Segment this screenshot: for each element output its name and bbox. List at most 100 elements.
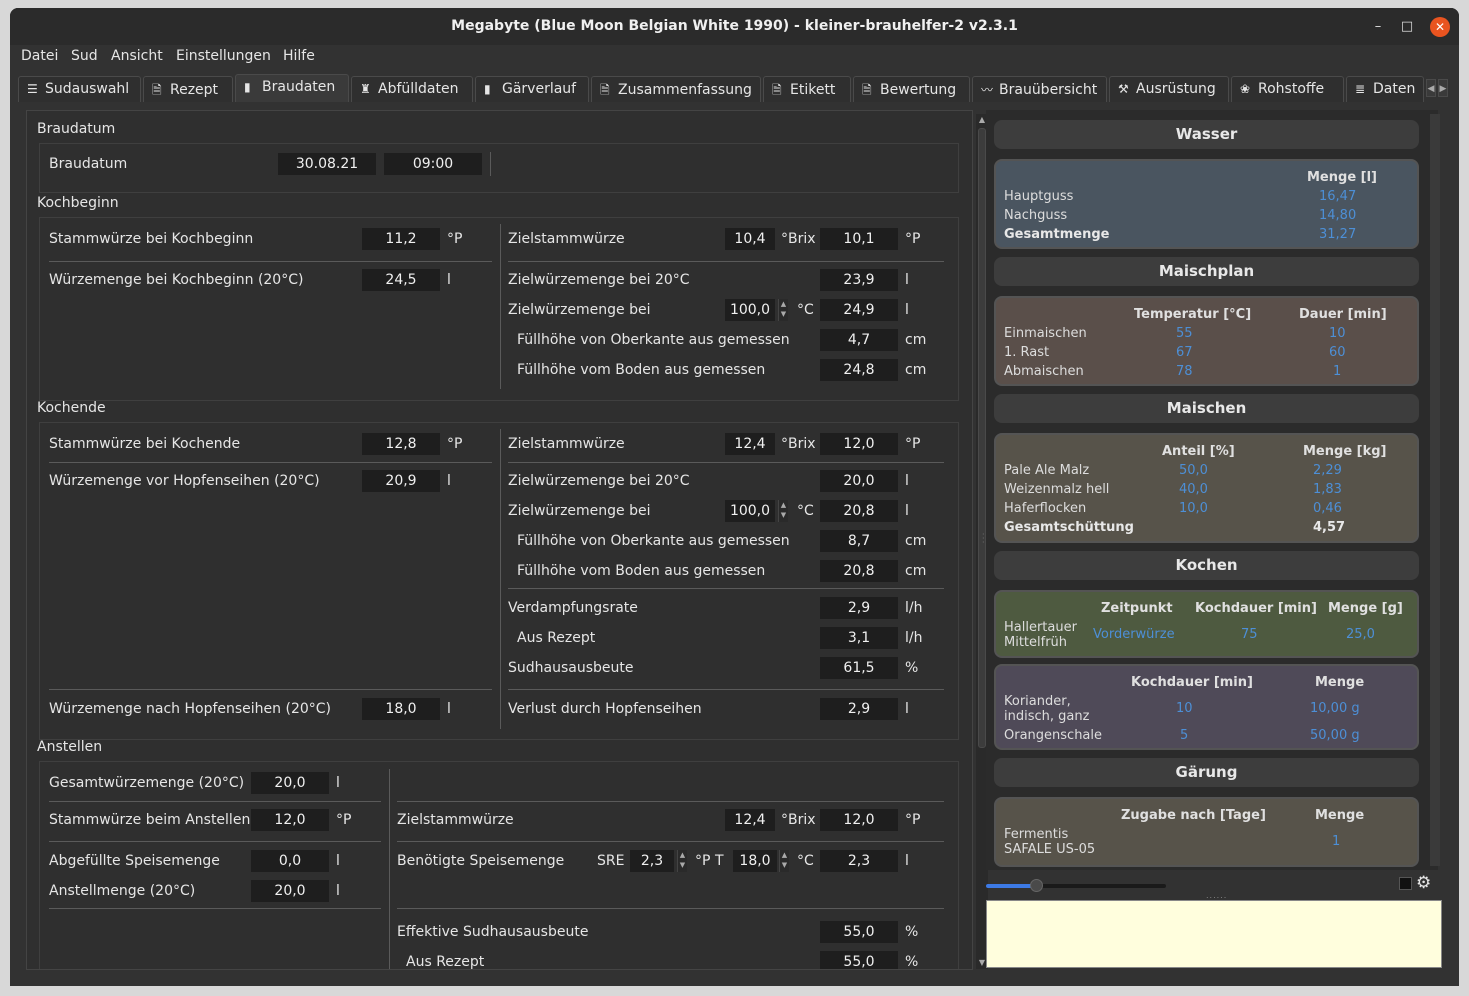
ke-wuerzemenge-input[interactable]: 20,9: [362, 470, 440, 492]
divider: [508, 462, 944, 463]
ke-stammwuerze-input[interactable]: 12,8: [362, 433, 440, 455]
unit: °Brix: [781, 231, 816, 247]
tab-gaerverlauf[interactable]: ▮ Gärverlauf: [475, 76, 589, 102]
unit: °Brix: [781, 812, 816, 828]
slider-knob[interactable]: [1030, 879, 1043, 892]
menu-hilfe[interactable]: Hilfe: [283, 48, 315, 64]
kb-wuerzemenge-input[interactable]: 24,5: [362, 269, 440, 291]
ke-temp-input[interactable]: 100,0: [725, 500, 775, 522]
gaerung-col-menge: Menge: [1315, 808, 1365, 823]
minimize-button[interactable]: –: [1368, 17, 1388, 37]
anstellmenge-value: 20,0: [251, 880, 329, 902]
unit: cm: [905, 533, 927, 549]
an-ziel-brix-value: 12,4: [725, 809, 775, 831]
divider: [49, 908, 381, 909]
tab-label: Braudaten: [262, 79, 336, 95]
tab-sudauswahl[interactable]: ☰ Sudauswahl: [18, 76, 141, 102]
unit: °C: [797, 302, 814, 318]
ke-aus-rezept-label: Aus Rezept: [517, 630, 596, 646]
ke-zielwuerzemenge20-value: 20,0: [820, 470, 898, 492]
kochen-header: Kochen: [994, 551, 1419, 580]
unit: %: [905, 660, 919, 676]
zutat-kochdauer: 10: [1176, 701, 1193, 716]
gesamtwuerzemenge-value: 20,0: [251, 772, 329, 794]
malz-name: Pale Ale Malz: [1004, 463, 1090, 478]
zoom-slider[interactable]: [986, 879, 1166, 892]
tab-ausruestung[interactable]: ⚒ Ausrüstung: [1109, 76, 1229, 102]
divider: [49, 261, 492, 262]
unit: cm: [905, 362, 927, 378]
spinbox-arrows-icon[interactable]: ▲ ▼: [779, 850, 789, 872]
rast-temp: 67: [1176, 345, 1193, 360]
bottles-icon: ♜: [360, 82, 371, 96]
wasser-header: Wasser: [994, 120, 1419, 149]
checkbox[interactable]: [1399, 877, 1412, 890]
tab-daten[interactable]: ≣ Daten: [1346, 76, 1424, 102]
t-input[interactable]: 18,0: [733, 850, 777, 872]
braudatum-time-input[interactable]: 09:00: [384, 153, 482, 175]
tab-abfuelldaten[interactable]: ♜ Abfülldaten: [351, 76, 473, 102]
abgefuellte-speisemenge-label: Abgefüllte Speisemenge: [49, 853, 220, 869]
menu-einstellungen[interactable]: Einstellungen: [176, 48, 271, 64]
pane-splitter-handle[interactable]: ......: [1206, 891, 1227, 900]
rast-temp: 78: [1176, 364, 1193, 379]
verdampfungsrate-value: 2,9: [820, 597, 898, 619]
ke-zielstammwuerze-label: Zielstammwürze: [508, 436, 625, 452]
tab-bewertung[interactable]: 🗎 Bewertung: [853, 76, 970, 102]
spinbox-arrows-icon[interactable]: ▲ ▼: [778, 500, 788, 522]
malz-menge: 0,46: [1313, 501, 1342, 516]
gaerung-header: Gärung: [994, 758, 1419, 787]
wuerzemenge-nach-input[interactable]: 18,0: [362, 698, 440, 720]
unit: l: [905, 302, 909, 318]
spinbox-arrows-icon[interactable]: ▲ ▼: [677, 850, 687, 872]
group-kochbeginn-title: Kochbeginn: [37, 195, 119, 211]
scroll-thumb[interactable]: [978, 128, 986, 748]
braudatum-date-input[interactable]: 30.08.21: [278, 153, 376, 175]
tab-label: Abfülldaten: [378, 81, 459, 97]
ke-zielwuerzemenge-label: Zielwürzemenge bei: [508, 503, 651, 519]
sudhausausbeute-label: Sudhausausbeute: [508, 660, 634, 676]
rast-dauer: 10: [1329, 326, 1346, 341]
kb-zielwuerzemenge-value: 24,9: [820, 299, 898, 321]
hops-icon: ❀: [1240, 82, 1251, 96]
tab-brauuebersicht[interactable]: 〰 Brauübersicht: [972, 76, 1107, 102]
menu-datei[interactable]: Datei: [21, 48, 58, 64]
unit: l/h: [905, 600, 923, 616]
maximize-button[interactable]: □: [1397, 17, 1417, 37]
unit: cm: [905, 332, 927, 348]
menu-sud[interactable]: Sud: [71, 48, 98, 64]
ke-ziel-p-value: 12,0: [820, 433, 898, 455]
tab-zusammenfassung[interactable]: 🗎 Zusammenfassung: [591, 76, 761, 102]
stammwuerze-anstellen-input[interactable]: 12,0: [251, 809, 329, 831]
tab-etikett[interactable]: 🗎 Etikett: [763, 76, 851, 102]
zutat-name: Koriander,: [1004, 694, 1071, 709]
kb-zielwuerzemenge-label: Zielwürzemenge bei: [508, 302, 651, 318]
hefe-name: Fermentis: [1004, 827, 1069, 842]
close-button[interactable]: ✕: [1430, 17, 1450, 37]
hopfen-menge: 25,0: [1346, 627, 1375, 642]
tab-scroll-right-icon[interactable]: ▶: [1438, 79, 1448, 97]
notes-pane[interactable]: [986, 900, 1442, 968]
tab-label: Rezept: [170, 82, 219, 98]
splitter-handle[interactable]: · · ·: [982, 531, 986, 551]
tab-braudaten[interactable]: ▮ Braudaten: [235, 74, 349, 102]
abgefuellte-speisemenge-input[interactable]: 0,0: [251, 850, 329, 872]
an-zielstammwuerze-label: Zielstammwürze: [397, 812, 514, 828]
divider: [49, 841, 381, 842]
hopfen-zeitpunkt: Vorderwürze: [1093, 627, 1175, 642]
tab-scroll-left-icon[interactable]: ◀: [1426, 79, 1436, 97]
gear-icon[interactable]: ⚙: [1416, 873, 1431, 893]
window-title: Megabyte (Blue Moon Belgian White 1990) …: [451, 18, 1018, 34]
title-bar: Megabyte (Blue Moon Belgian White 1990) …: [10, 8, 1459, 45]
tab-label: Brauübersicht: [999, 82, 1098, 98]
sre-input[interactable]: 2,3: [630, 850, 674, 872]
kb-stammwuerze-input[interactable]: 11,2: [362, 228, 440, 250]
rast-name: Einmaischen: [1004, 326, 1087, 341]
tab-rohstoffe[interactable]: ❀ Rohstoffe: [1231, 76, 1344, 102]
tab-rezept[interactable]: 🗎 Rezept: [143, 76, 233, 102]
kb-temp-input[interactable]: 100,0: [725, 299, 775, 321]
menu-ansicht[interactable]: Ansicht: [111, 48, 163, 64]
rast-dauer: 1: [1333, 364, 1342, 379]
summary-scrollbar[interactable]: [1430, 114, 1440, 866]
spinbox-arrows-icon[interactable]: ▲ ▼: [778, 299, 788, 321]
